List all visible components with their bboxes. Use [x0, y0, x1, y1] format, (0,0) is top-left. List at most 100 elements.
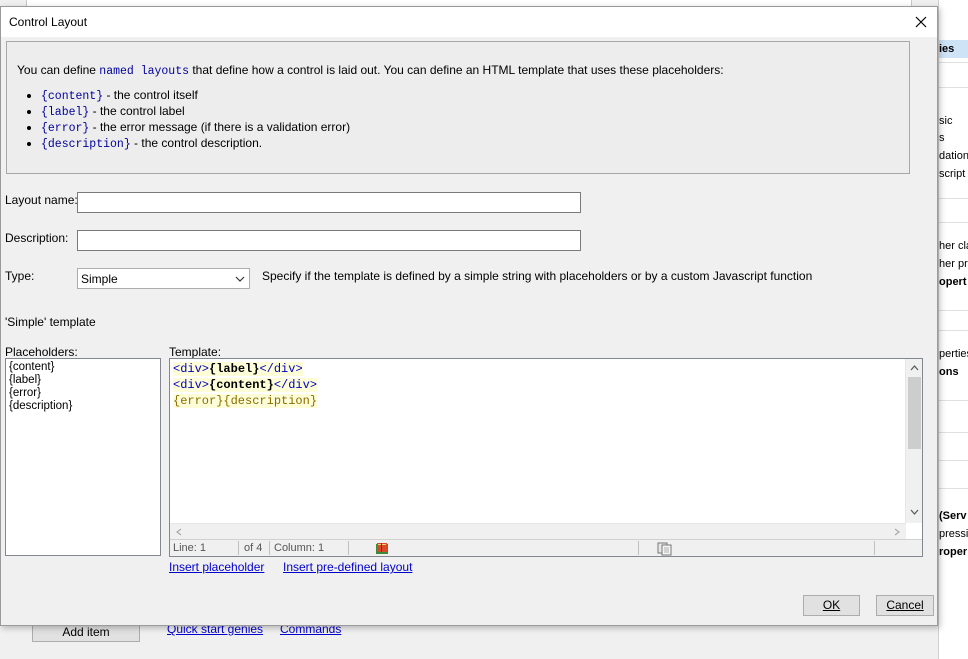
type-hint: Specify if the template is defined by a …: [262, 269, 813, 283]
scroll-left-icon[interactable]: [174, 527, 184, 537]
placeholders-list[interactable]: {content} {label} {error} {description}: [5, 358, 161, 556]
properties-text: ons: [939, 366, 959, 378]
placeholder-help-list: {content} - the control itself {label} -…: [17, 88, 899, 152]
help-item-code: {description}: [41, 138, 131, 151]
placeholders-label: Placeholders:: [5, 345, 78, 359]
template-label: Template:: [169, 345, 222, 359]
code-line: {error}{description}: [173, 393, 903, 409]
status-column: Column: 1: [274, 542, 325, 554]
separator: [939, 310, 968, 311]
code-tag: </div>: [273, 378, 318, 392]
help-item-text: - the control description.: [130, 136, 263, 150]
scroll-down-icon[interactable]: [909, 507, 920, 517]
code-tag: <div>: [173, 362, 210, 376]
dialog-title: Control Layout: [9, 15, 88, 29]
status-line-count: of 4: [244, 542, 263, 554]
section-title: 'Simple' template: [5, 315, 96, 329]
help-item-code: {label}: [41, 106, 90, 119]
code-placeholder: {label}: [209, 362, 260, 376]
info-box: You can define named layouts that define…: [6, 41, 910, 174]
dialog-titlebar: Control Layout: [1, 7, 937, 37]
help-item-code: {content}: [41, 90, 104, 103]
properties-text: sic: [939, 115, 953, 127]
template-code-area[interactable]: <div>{label}</div> <div>{content}</div> …: [170, 359, 906, 523]
vertical-scrollbar[interactable]: [905, 359, 922, 523]
info-intro-keyword: named layouts: [99, 65, 190, 78]
scroll-up-icon[interactable]: [909, 363, 920, 373]
layout-name-input[interactable]: [77, 192, 581, 213]
code-line: <div>{content}</div>: [173, 377, 903, 393]
info-intro-suffix: that define how a control is laid out. Y…: [189, 63, 724, 77]
info-intro-prefix: You can define: [17, 63, 100, 77]
template-editor[interactable]: <div>{label}</div> <div>{content}</div> …: [169, 358, 923, 557]
close-button[interactable]: [907, 9, 935, 35]
properties-text: (Serv: [939, 510, 967, 522]
properties-text: ies: [939, 43, 955, 55]
status-divider: [348, 541, 349, 555]
list-item[interactable]: {error}: [9, 387, 157, 400]
help-item-text: - the control itself: [103, 88, 198, 102]
copy-icon[interactable]: [657, 542, 673, 556]
ok-button[interactable]: OK: [803, 595, 860, 616]
separator: [939, 400, 968, 401]
help-item: {label} - the control label: [41, 104, 899, 120]
horizontal-scrollbar[interactable]: [170, 523, 906, 539]
control-layout-dialog: Control Layout You can define named layo…: [0, 6, 938, 626]
properties-text: pressio: [939, 528, 968, 540]
type-label: Type:: [5, 269, 35, 283]
properties-text: her pre: [939, 258, 968, 270]
status-divider: [238, 541, 239, 555]
type-select[interactable]: Simple: [77, 268, 250, 289]
separator: [939, 488, 968, 489]
insert-predefined-layout-link[interactable]: Insert pre-defined layout: [283, 560, 412, 574]
help-item-code: {error}: [41, 122, 90, 135]
properties-text: opert: [939, 276, 967, 288]
properties-text: her cla: [939, 240, 968, 252]
chevron-down-icon: [235, 276, 245, 282]
code-placeholder: {content}: [209, 378, 274, 392]
description-label: Description:: [5, 231, 69, 245]
layout-name-label: Layout name:: [5, 193, 78, 207]
code-tag: <div>: [173, 378, 210, 392]
separator: [939, 198, 968, 199]
code-tag: </div>: [259, 362, 303, 376]
help-item: {content} - the control itself: [41, 88, 899, 104]
separator: [939, 62, 968, 63]
list-item[interactable]: {label}: [9, 374, 157, 387]
scrollbar-thumb[interactable]: [908, 377, 921, 449]
status-divider: [638, 541, 639, 555]
separator: [939, 460, 968, 461]
scroll-right-icon[interactable]: [892, 527, 902, 537]
properties-text: script: [939, 168, 966, 180]
help-item-text: - the control label: [89, 104, 185, 118]
close-icon: [915, 16, 927, 28]
editor-status-bar: Line: 1 of 4 Column: 1: [170, 539, 922, 556]
help-item: {description} - the control description.: [41, 136, 899, 152]
info-intro: You can define named layouts that define…: [17, 63, 899, 78]
list-item[interactable]: {description}: [9, 400, 157, 413]
book-icon[interactable]: [375, 542, 389, 555]
cancel-button[interactable]: Cancel: [876, 595, 934, 616]
background-properties-panel: ies sic s dation script her cla her pre …: [938, 0, 968, 659]
separator: [939, 432, 968, 433]
cancel-button-label: Cancel: [886, 598, 924, 612]
insert-placeholder-link[interactable]: Insert placeholder: [169, 560, 264, 574]
status-divider: [269, 541, 270, 555]
description-input[interactable]: [77, 230, 581, 251]
type-select-value: Simple: [81, 272, 118, 286]
status-divider: [874, 541, 875, 555]
code-placeholder: {error}{description}: [173, 394, 318, 408]
list-item[interactable]: {content}: [9, 361, 157, 374]
separator: [939, 87, 968, 88]
separator: [939, 222, 968, 223]
properties-text: s: [939, 132, 945, 144]
properties-text: perties: [939, 348, 968, 360]
help-item: {error} - the error message (if there is…: [41, 120, 899, 136]
code-line: <div>{label}</div>: [173, 361, 903, 377]
help-item-text: - the error message (if there is a valid…: [89, 120, 351, 134]
properties-text: roper: [939, 546, 968, 558]
ok-button-label: OK: [822, 598, 841, 612]
properties-text: dation: [939, 150, 968, 162]
status-line: Line: 1: [173, 542, 207, 554]
separator: [939, 330, 968, 331]
